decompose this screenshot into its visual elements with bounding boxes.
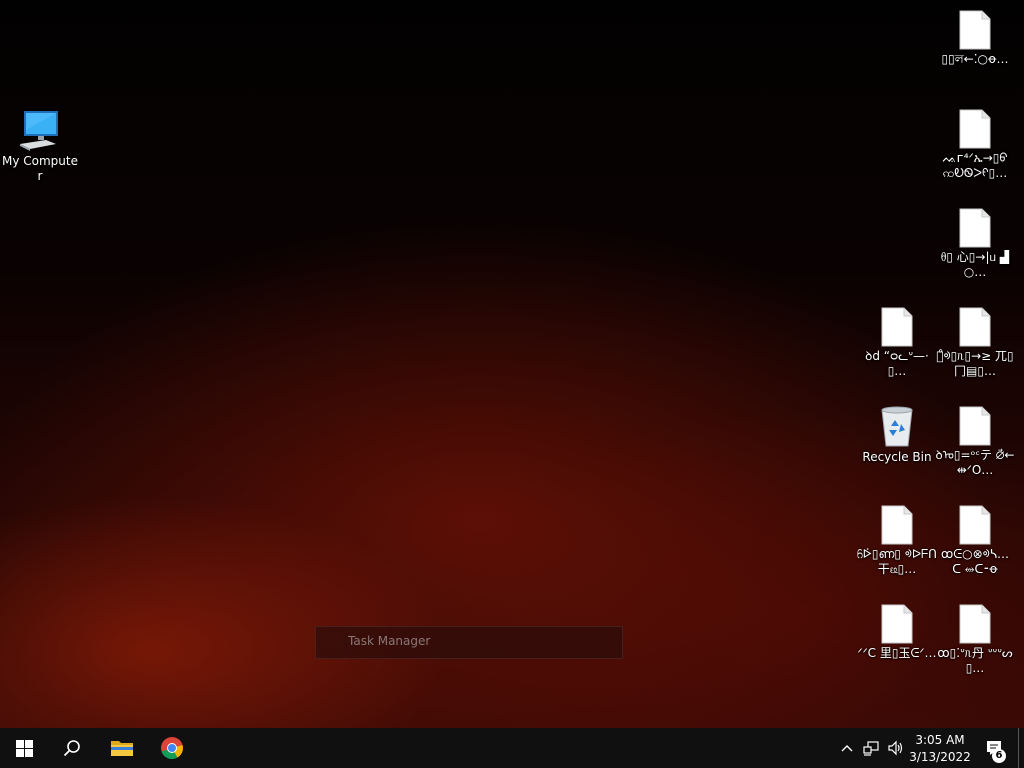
- desktop-file-label: ꝏᕮ○⊗ᢀᓴ… ᑕ ⥈ᑕ⁃ꝋ: [941, 547, 1009, 576]
- desktop-file[interactable]: ꝺd “ᴑᓚᐡ—·▯…: [857, 307, 937, 379]
- search-icon: [63, 740, 80, 757]
- clock-time: 3:05 AM: [915, 733, 965, 747]
- show-desktop-button[interactable]: [1018, 728, 1019, 768]
- chrome-button[interactable]: [148, 728, 196, 768]
- desktop-file[interactable]: ꝏᕮ○⊗ᢀᓴ… ᑕ ⥈ᑕ⁃ꝋ: [935, 505, 1015, 577]
- search-button[interactable]: [48, 728, 96, 768]
- desktop-file-label: ᦆᢰ▯ണ▯ ᢀᐅᖴᑎ干ᦕ▯…: [857, 547, 937, 576]
- desktop-file-label: ꝏ▯⁚ᐡᥰ丹 ᐡᐡᐡᔕ▯…: [937, 646, 1013, 675]
- folder-icon: [111, 741, 133, 756]
- desktop-file[interactable]: ꝏ▯⁚ᐡᥰ丹 ᐡᐡᐡᔕ▯…: [935, 604, 1015, 676]
- file-explorer-button[interactable]: [98, 728, 146, 768]
- chrome-icon: [161, 737, 183, 760]
- clock-date: 3/13/2022: [909, 750, 971, 764]
- desktop-file[interactable]: ᦲ▯ 心▯→|ᥙ ▟○…: [935, 208, 1015, 280]
- file-icon: [959, 208, 991, 248]
- desktop-file-label: ᦀ̊ᢀ▯ᥰ▯→≥ 兀▯冂▤▯…: [936, 349, 1014, 378]
- file-icon: [959, 505, 991, 545]
- desktop-file[interactable]: ᨕᴦ⁴ᐟኤ→▯ᠪ ꩡᎧᏫᐳᠻ▯…: [935, 109, 1015, 181]
- volume-button[interactable]: [884, 728, 906, 768]
- desktop-file[interactable]: ▯▯ল←⁚○ꝋ…: [935, 10, 1015, 67]
- tray-overflow-button[interactable]: [838, 728, 856, 768]
- computer-icon: [20, 111, 58, 151]
- desktop-file-label: ᦲ▯ 心▯→|ᥙ ▟○…: [940, 250, 1010, 279]
- desktop-file[interactable]: ᦀ̊ᢀ▯ᥰ▯→≥ 兀▯冂▤▯…: [935, 307, 1015, 379]
- desktop-icon-label: My Computer: [2, 154, 78, 183]
- task-manager-title: Task Manager: [348, 634, 431, 648]
- file-icon: [881, 604, 913, 644]
- desktop-file-label: ▯▯ল←⁚○ꝋ…: [941, 52, 1009, 66]
- file-icon: [959, 109, 991, 149]
- speaker-icon: [888, 740, 903, 756]
- notification-count-badge: 6: [992, 749, 1006, 763]
- desktop-file[interactable]: ᐟᐟC 里▯玉ᕮᐟ…: [857, 604, 937, 661]
- desktop-file-label: ꝺd “ᴑᓚᐡ—·▯…: [865, 349, 929, 378]
- chevron-up-icon: [841, 745, 853, 752]
- desktop-icon-my-computer[interactable]: My Computer: [0, 108, 80, 184]
- file-icon: [959, 307, 991, 347]
- task-manager-ghost-window[interactable]: Task Manager: [315, 626, 623, 659]
- desktop-file-label: ᐟᐟC 里▯玉ᕮᐟ…: [857, 646, 937, 660]
- desktop-file-label: ᨕᴦ⁴ᐟኤ→▯ᠪ ꩡᎧᏫᐳᠻ▯…: [942, 151, 1008, 180]
- start-button[interactable]: [0, 728, 48, 768]
- desktop-file[interactable]: ᦆᢰ▯ണ▯ ᢀᐅᖴᑎ干ᦕ▯…: [857, 505, 937, 577]
- taskbar: 3:05 AM 3/13/2022 6: [0, 728, 1024, 768]
- file-icon: [959, 604, 991, 644]
- windows-logo-icon: [15, 739, 33, 757]
- network-button[interactable]: [860, 728, 882, 768]
- action-center-button[interactable]: [978, 728, 1010, 768]
- file-icon: [881, 505, 913, 545]
- network-icon: [863, 741, 879, 756]
- desktop-file[interactable]: ꝺᠣ▯=ᵒᶜテ ⦳←⇹ᐟO…: [935, 406, 1015, 478]
- clock[interactable]: 3:05 AM 3/13/2022: [908, 732, 972, 766]
- desktop-icon-label: Recycle Bin: [862, 450, 932, 464]
- file-icon: [959, 406, 991, 446]
- desktop-icon-recycle-bin[interactable]: Recycle Bin: [857, 404, 937, 465]
- recycle-bin-icon: [881, 406, 913, 447]
- desktop-file-label: ꝺᠣ▯=ᵒᶜテ ⦳←⇹ᐟO…: [935, 448, 1015, 477]
- file-icon: [881, 307, 913, 347]
- file-icon: [959, 10, 991, 50]
